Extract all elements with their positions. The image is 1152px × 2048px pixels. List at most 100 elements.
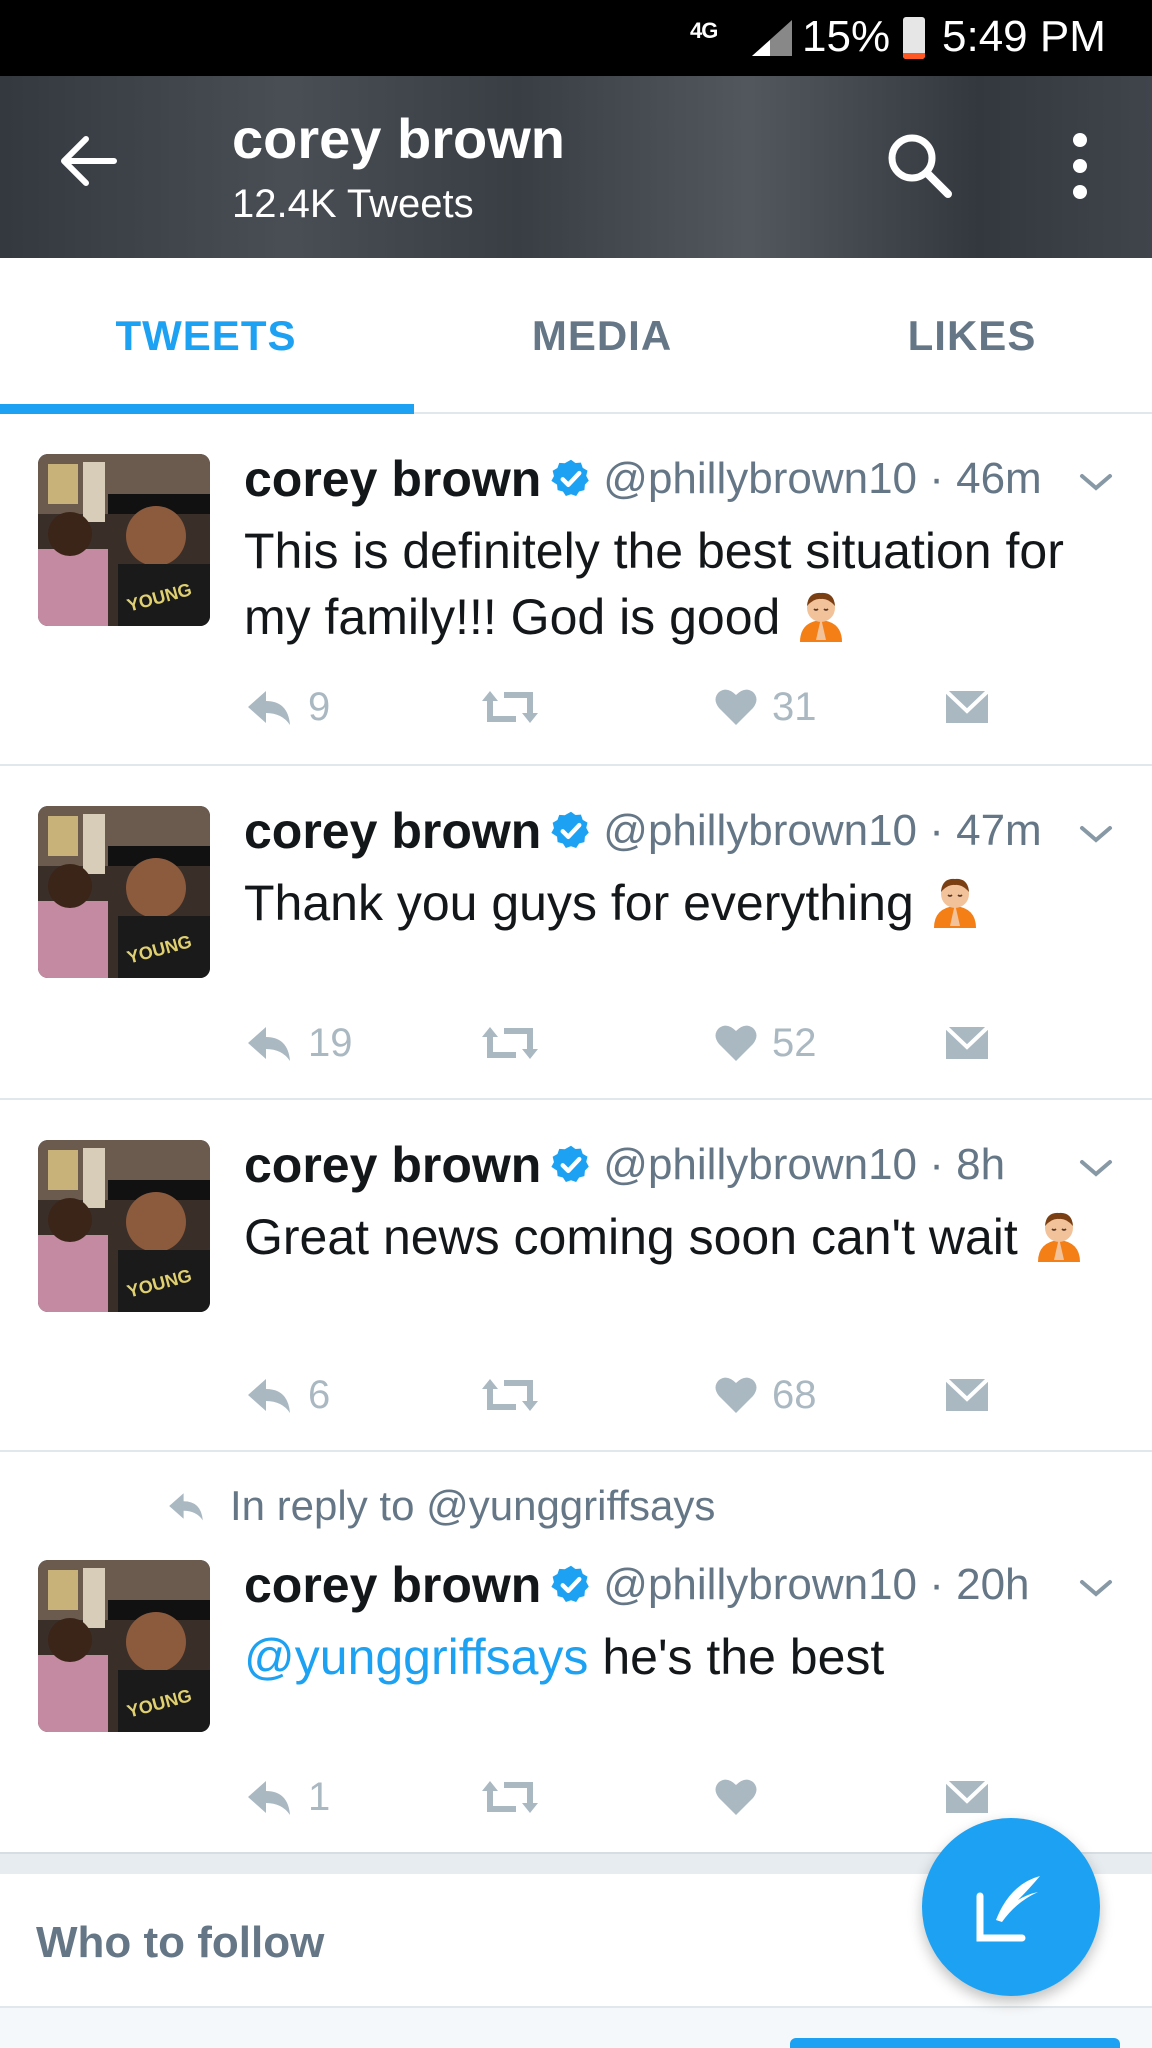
verified-badge-icon <box>549 1143 593 1187</box>
reply-icon <box>166 1490 206 1522</box>
status-bar: 4G 15% 5:49 PM <box>0 0 1152 76</box>
tweet-author-name[interactable]: corey brown <box>244 1137 541 1193</box>
profile-header: corey brown 12.4K Tweets <box>0 76 1152 258</box>
verified-badge-icon <box>549 1563 593 1607</box>
chevron-down-icon[interactable] <box>1078 470 1114 494</box>
reply-button[interactable]: 6 <box>244 1370 330 1420</box>
tweet-item[interactable]: corey brown @phillybrown10 · 47m Thank yo… <box>0 766 1152 1100</box>
folded-hands-emoji <box>794 588 848 642</box>
chevron-down-icon[interactable] <box>1078 822 1114 846</box>
envelope-icon <box>944 1779 990 1815</box>
reply-context[interactable]: In reply to @yunggriffsays <box>166 1482 715 1530</box>
avatar[interactable] <box>38 1140 210 1312</box>
reply-count: 1 <box>308 1774 331 1819</box>
tweet-item[interactable]: In reply to @yunggriffsays corey brown @p… <box>0 1452 1152 1852</box>
heart-icon <box>714 1023 758 1063</box>
network-indicator: 4G <box>690 18 718 43</box>
like-count: 68 <box>772 1372 817 1417</box>
tweet-author-name[interactable]: corey brown <box>244 1557 541 1613</box>
direct-message-button[interactable] <box>944 1018 990 1068</box>
battery-icon <box>903 17 925 59</box>
tweet-text: This is definitely the best situation fo… <box>244 518 1124 650</box>
chevron-down-icon[interactable] <box>1078 1156 1114 1180</box>
compose-tweet-button[interactable] <box>922 1818 1100 1996</box>
retweet-icon <box>480 1023 540 1063</box>
verified-badge-icon <box>549 809 593 853</box>
reply-icon <box>244 687 294 727</box>
retweet-button[interactable] <box>480 682 540 732</box>
tab-tweets[interactable]: TWEETS <box>14 258 398 414</box>
like-button[interactable]: 68 <box>714 1370 817 1420</box>
tweet-header: corey brown @phillybrown10 · 47m <box>244 802 1042 860</box>
retweet-icon <box>480 1375 540 1415</box>
reply-count: 9 <box>308 684 331 729</box>
like-button[interactable] <box>714 1772 758 1822</box>
tweet-handle-time: @phillybrown10 · 47m <box>603 806 1042 855</box>
retweet-button[interactable] <box>480 1018 540 1068</box>
tweet-actions: 1 <box>244 1772 1044 1822</box>
avatar[interactable] <box>38 454 210 626</box>
tweet-handle-time: @phillybrown10 · 46m <box>603 454 1042 503</box>
tweet-header: corey brown @phillybrown10 · 8h <box>244 1136 1005 1194</box>
tweet-text: Thank you guys for everything <box>244 870 1124 936</box>
heart-icon <box>714 1777 758 1817</box>
more-vertical-icon[interactable] <box>1060 126 1100 206</box>
bottom-strip <box>0 2008 1152 2048</box>
retweet-icon <box>480 687 540 727</box>
direct-message-button[interactable] <box>944 1772 990 1822</box>
reply-button[interactable]: 19 <box>244 1018 353 1068</box>
reply-count: 6 <box>308 1372 331 1417</box>
reply-context-text: In reply to @yunggriffsays <box>230 1482 716 1529</box>
envelope-icon <box>944 1377 990 1413</box>
tweet-text: @yunggriffsays he's the best <box>244 1624 1124 1690</box>
tweet-count: 12.4K Tweets <box>232 182 474 226</box>
direct-message-button[interactable] <box>944 682 990 732</box>
clock: 5:49 PM <box>942 12 1106 61</box>
like-button[interactable]: 52 <box>714 1018 817 1068</box>
follow-button-edge[interactable] <box>790 2038 1120 2048</box>
profile-name: corey brown <box>232 107 565 170</box>
avatar[interactable] <box>38 1560 210 1732</box>
reply-icon <box>244 1777 294 1817</box>
arrow-left-icon[interactable] <box>52 121 132 201</box>
battery-percent: 15% <box>802 12 891 61</box>
tweet-text-content: Thank you guys for everything <box>244 875 914 931</box>
tweet-handle-time: @phillybrown10 · 8h <box>603 1140 1006 1189</box>
avatar[interactable] <box>38 806 210 978</box>
who-to-follow-heading: Who to follow <box>36 1918 325 1967</box>
mention-link[interactable]: @yunggriffsays <box>244 1629 588 1685</box>
folded-hands-emoji <box>1032 1208 1086 1262</box>
like-button[interactable]: 31 <box>714 682 817 732</box>
reply-icon <box>244 1375 294 1415</box>
tweet-header: corey brown @phillybrown10 · 46m <box>244 450 1042 508</box>
retweet-button[interactable] <box>480 1370 540 1420</box>
direct-message-button[interactable] <box>944 1370 990 1420</box>
tweet-item[interactable]: corey brown @phillybrown10 · 8h Great new… <box>0 1100 1152 1452</box>
reply-button[interactable]: 1 <box>244 1772 330 1822</box>
tweet-author-name[interactable]: corey brown <box>244 451 541 507</box>
reply-count: 19 <box>308 1020 353 1065</box>
reply-icon <box>244 1023 294 1063</box>
chevron-down-icon[interactable] <box>1078 1576 1114 1600</box>
tweet-handle-time: @phillybrown10 · 20h <box>603 1560 1030 1609</box>
tweet-text: Great news coming soon can't wait <box>244 1204 1124 1270</box>
tweet-actions: 9 31 <box>244 682 1044 732</box>
tab-media[interactable]: MEDIA <box>410 258 794 414</box>
heart-icon <box>714 1375 758 1415</box>
tweet-author-name[interactable]: corey brown <box>244 803 541 859</box>
tweet-header: corey brown @phillybrown10 · 20h <box>244 1556 1030 1614</box>
retweet-button[interactable] <box>480 1772 540 1822</box>
envelope-icon <box>944 1025 990 1061</box>
tweet-text-content: This is definitely the best situation fo… <box>244 523 1064 645</box>
tweet-item[interactable]: corey brown @phillybrown10 · 46m This is … <box>0 414 1152 766</box>
profile-tabs: TWEETS MEDIA LIKES <box>0 258 1152 414</box>
tweet-actions: 6 68 <box>244 1370 1044 1420</box>
compose-tweet-icon <box>976 1876 1040 1942</box>
reply-button[interactable]: 9 <box>244 682 330 732</box>
signal-icon <box>752 20 792 56</box>
tweet-text-content: he's the best <box>588 1629 885 1685</box>
active-tab-indicator <box>0 404 414 414</box>
tab-likes[interactable]: LIKES <box>780 258 1152 414</box>
like-count: 31 <box>772 684 817 729</box>
search-icon[interactable] <box>880 126 960 206</box>
